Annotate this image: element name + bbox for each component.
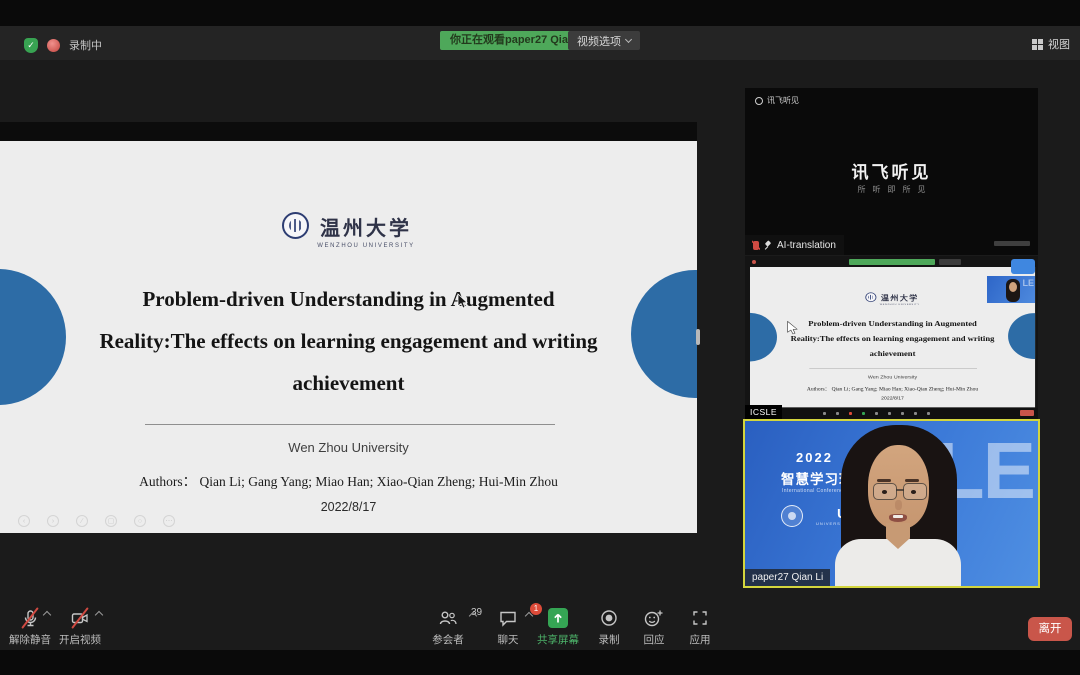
participants-button[interactable]: 39 参会者 [420,608,476,647]
conference-logo-icon [781,505,803,527]
slide-date: 2022/8/17 [0,500,697,514]
university-name-en: WENZHOU UNIVERSITY [317,243,414,249]
recording-icon [47,39,60,52]
share-screen-button[interactable]: 共享屏幕 [530,608,586,647]
view-button[interactable]: 视图 [1032,36,1070,52]
presentation-slide: 温州大学 WENZHOU UNIVERSITY Problem-driven U… [0,141,697,533]
shared-screen-top-strip [0,122,697,141]
corner-brand-text: 讯飞听见 [767,95,799,106]
view-label: 视图 [1048,36,1070,52]
tile-fine-print [994,241,1030,246]
mini-webcam-overlay: LE [987,276,1035,303]
meeting-window: ✓ 录制中 你正在观看paper27 Qian Li的屏幕 视频选项 视图 温州… [0,0,1080,675]
share-screen-icon [548,608,568,628]
video-tile-speaker-active[interactable]: LE 2022 智慧学习环境国际会议 International Confere… [743,419,1040,588]
security-shield-icon[interactable]: ✓ [24,38,38,53]
chevron-down-icon [625,35,632,42]
recording-label: 录制中 [69,37,102,53]
slide-authors: Authors： Qian Li; Gang Yang; Miao Han; X… [0,470,697,490]
slide-title-line2: Reality:The effects on learning engageme… [40,320,657,362]
presenter-controls: ‹ › ∕ ▢ ○ ⋯ [18,515,175,527]
apps-button[interactable]: 应用 [672,608,728,647]
unmute-label: 解除静音 [9,632,51,647]
recording-status: ✓ 录制中 [24,37,102,53]
muted-mic-icon [753,241,759,250]
participant-name-tag: AI-translation [745,235,844,255]
university-logo: 温州大学 WENZHOU UNIVERSITY [0,212,697,249]
participant-name: AI-translation [777,240,836,251]
slide-title-line1: Problem-driven Understanding in Augmente… [40,278,657,320]
mini-watching-banner [849,259,935,265]
participants-label: 参会者 [432,632,464,647]
bottom-black-strip [0,650,1080,675]
slide-affiliation: Wen Zhou University [0,440,697,455]
video-options-label: 视频选项 [577,33,621,49]
video-tile-ai-translation[interactable]: 讯飞听见 讯飞听见 所听即所见 AI-translation [745,88,1038,255]
tile-corner-brand: 讯飞听见 [755,95,799,106]
meeting-toolbar: 解除静音 开启视频 39 [0,598,1080,650]
slide-title-line3: achievement [40,362,657,404]
mini-emblem-icon [865,292,876,302]
mini-authors: Authors： Qian Li; Gang Yang; Miao Han; X… [750,385,1035,392]
mouse-cursor [457,293,469,309]
apps-icon [690,608,710,628]
pen-tool-button[interactable]: ∕ [76,515,88,527]
shared-screen: 温州大学 WENZHOU UNIVERSITY Problem-driven U… [0,122,697,555]
chat-label: 聊天 [498,632,519,647]
apps-label: 应用 [690,632,711,647]
pin-icon [764,241,772,250]
slide-divider [145,424,555,425]
slide-title: Problem-driven Understanding in Augmente… [40,278,657,404]
speaker-shirt [835,539,961,588]
mini-video-options [939,259,961,265]
mini-recording-dot [752,260,756,264]
iflytek-slogan: 所听即所见 [745,184,1038,195]
more-options-button[interactable]: ⋯ [163,515,175,527]
next-slide-button[interactable]: › [47,515,59,527]
mini-layout-button [1011,259,1035,274]
background-year: 2022 [796,450,833,465]
top-black-strip [0,0,1080,26]
mini-leave-button [1020,410,1034,416]
iflytek-brand: 讯飞听见 [745,158,1038,183]
university-emblem-icon [282,212,309,239]
zoom-tool-button[interactable]: ○ [134,515,146,527]
panel-collapse-handle[interactable] [696,329,700,345]
leave-meeting-button[interactable]: 离开 [1028,617,1072,641]
start-video-label: 开启视频 [59,632,101,647]
brand-icon [755,97,763,105]
video-tile-icsle[interactable]: 温州大学 WENZHOU UNIVERSITY Problem-driven U… [745,256,1038,419]
mini-date: 2022/8/17 [750,396,1035,401]
participant-name-tag: ICSLE [745,405,782,419]
prev-slide-button[interactable]: ‹ [18,515,30,527]
reactions-icon [643,608,665,628]
mini-affiliation: Wen Zhou University [750,374,1035,379]
grid-view-icon [1032,39,1043,50]
record-label: 录制 [599,632,620,647]
authors-label: Authors： [139,474,196,489]
mini-mouse-cursor [787,321,799,335]
share-screen-label: 共享屏幕 [537,632,579,647]
slides-overview-button[interactable]: ▢ [105,515,117,527]
participant-name-tag: paper27 Qian Li [745,569,830,586]
reactions-label: 回应 [644,632,665,647]
participants-icon [437,608,459,628]
mini-university-cn: 温州大学 [881,292,919,302]
mini-slide-title: Problem-driven Understanding in Augmente… [766,316,1018,361]
authors-list: Qian Li; Gang Yang; Miao Han; Xiao-Qian … [199,474,557,489]
university-name-cn: 温州大学 [320,212,412,241]
mini-toolbar-icons [823,412,930,415]
video-options-button[interactable]: 视频选项 [568,31,640,50]
mini-university-en: WENZHOU UNIVERSITY [880,304,920,306]
record-icon [599,608,619,628]
chat-icon [498,608,518,628]
